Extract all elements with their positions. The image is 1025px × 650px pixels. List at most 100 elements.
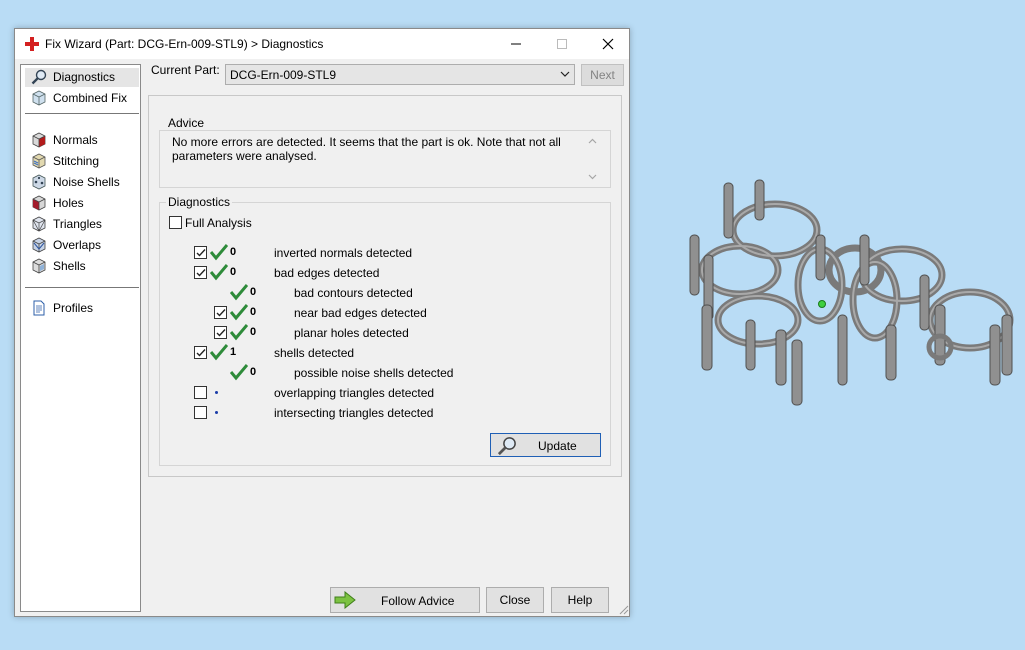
row-checkbox[interactable]	[194, 386, 207, 399]
green-check-icon	[229, 303, 249, 321]
current-part-value: DCG-Ern-009-STL9	[230, 68, 337, 82]
stitching-cube-icon	[32, 153, 46, 169]
cube-icon	[32, 90, 46, 106]
sidebar-item-overlaps[interactable]: Overlaps	[25, 236, 139, 255]
row-count: 1	[230, 346, 237, 358]
sidebar-item-label: Stitching	[53, 154, 100, 168]
not-analysed-dot-icon	[215, 391, 218, 394]
checkmark-icon	[196, 349, 206, 357]
shells-cube-icon	[32, 258, 46, 274]
full-analysis-label: Full Analysis	[185, 216, 252, 230]
green-check-icon	[229, 283, 249, 301]
sidebar-item-label: Profiles	[53, 301, 94, 315]
maximize-icon	[557, 39, 567, 49]
fix-wizard-dialog: Fix Wizard (Part: DCG-Ern-009-STL9) > Di…	[14, 28, 630, 617]
noise-shells-cube-icon	[32, 174, 46, 190]
sidebar-item-combined-fix[interactable]: Combined Fix	[25, 89, 139, 108]
sidebar-item-label: Shells	[53, 259, 86, 273]
full-analysis-checkbox[interactable]	[169, 216, 182, 229]
sidebar-divider	[25, 287, 139, 288]
row-checkbox[interactable]	[194, 406, 207, 419]
current-part-label: Current Part:	[151, 63, 220, 77]
advice-text: No more errors are detected. It seems th…	[172, 135, 561, 163]
window-title: Fix Wizard (Part: DCG-Ern-009-STL9) > Di…	[45, 37, 324, 51]
triangles-cube-icon	[32, 216, 46, 232]
sidebar-item-label: Triangles	[53, 217, 102, 231]
update-button-label: Update	[538, 439, 577, 453]
sidebar-item-triangles[interactable]: Triangles	[25, 215, 139, 234]
advice-scrollbar[interactable]	[586, 135, 599, 183]
row-checkbox[interactable]	[214, 326, 227, 339]
normals-cube-icon	[32, 132, 46, 148]
row-count: 0	[230, 266, 237, 278]
sidebar-item-label: Normals	[53, 133, 98, 147]
holes-cube-icon	[32, 195, 46, 211]
update-button[interactable]: Update	[490, 433, 601, 457]
checkmark-icon	[216, 309, 226, 317]
row-label: inverted normals detected	[274, 246, 413, 260]
green-check-icon	[209, 243, 229, 261]
row-count: 0	[230, 246, 237, 258]
sidebar-item-noise-shells[interactable]: Noise Shells	[25, 173, 139, 192]
row-label: planar holes detected	[294, 326, 409, 340]
close-window-button[interactable]	[585, 29, 631, 59]
sidebar-item-diagnostics[interactable]: Diagnostics	[25, 68, 139, 87]
row-checkbox[interactable]	[214, 306, 227, 319]
current-part-select[interactable]: DCG-Ern-009-STL9	[225, 64, 575, 85]
green-check-icon	[229, 363, 249, 381]
arrow-right-icon	[334, 591, 356, 609]
green-check-icon	[229, 323, 249, 341]
advice-title: Advice	[166, 116, 207, 130]
3d-model	[689, 179, 1014, 406]
minimize-icon	[511, 43, 521, 45]
checkmark-icon	[196, 269, 206, 277]
maximize-button[interactable]	[539, 29, 585, 59]
row-label: shells detected	[274, 346, 355, 360]
checkmark-icon	[216, 329, 226, 337]
green-check-icon	[209, 263, 229, 281]
sidebar-divider	[25, 113, 139, 114]
minimize-button[interactable]	[493, 29, 539, 59]
row-checkbox[interactable]	[194, 246, 207, 259]
row-label: overlapping triangles detected	[274, 386, 435, 400]
title-bar[interactable]: Fix Wizard (Part: DCG-Ern-009-STL9) > Di…	[15, 29, 629, 59]
follow-advice-label: Follow Advice	[381, 594, 455, 608]
row-count: 0	[250, 366, 257, 378]
row-label: bad contours detected	[294, 286, 413, 300]
magnifier-icon	[31, 69, 47, 85]
diagnostics-title: Diagnostics	[166, 195, 233, 209]
sidebar-item-label: Diagnostics	[53, 70, 116, 84]
sidebar-item-profiles[interactable]: Profiles	[25, 299, 139, 318]
close-icon	[602, 38, 614, 50]
row-checkbox[interactable]	[194, 266, 207, 279]
close-button[interactable]: Close	[486, 587, 544, 613]
checkmark-icon	[196, 249, 206, 257]
magnifier-icon	[497, 437, 516, 456]
red-cross-icon	[25, 37, 39, 51]
not-analysed-dot-icon	[215, 411, 218, 414]
row-label: possible noise shells detected	[294, 366, 454, 380]
row-checkbox[interactable]	[194, 346, 207, 359]
sidebar-item-normals[interactable]: Normals	[25, 131, 139, 150]
sidebar-item-label: Noise Shells	[53, 175, 120, 189]
row-label: intersecting triangles detected	[274, 406, 434, 420]
row-label: bad edges detected	[274, 266, 380, 280]
overlaps-cube-icon	[32, 237, 46, 253]
green-check-icon	[209, 343, 229, 361]
sidebar: Diagnostics Combined Fix Normals Stitchi…	[20, 64, 141, 612]
resize-grip-icon[interactable]	[617, 603, 629, 615]
chevron-down-icon	[560, 71, 570, 77]
row-count: 0	[250, 306, 257, 318]
sidebar-item-label: Overlaps	[53, 238, 102, 252]
sidebar-item-shells[interactable]: Shells	[25, 257, 139, 276]
next-button[interactable]: Next	[581, 64, 624, 86]
3d-model-viewport[interactable]	[680, 175, 1020, 415]
sidebar-item-holes[interactable]: Holes	[25, 194, 139, 213]
sidebar-item-label: Combined Fix	[53, 91, 128, 105]
help-button[interactable]: Help	[551, 587, 609, 613]
sidebar-item-stitching[interactable]: Stitching	[25, 152, 139, 171]
row-count: 0	[250, 286, 257, 298]
follow-advice-button[interactable]: Follow Advice	[330, 587, 480, 613]
document-icon	[33, 300, 45, 316]
row-label: near bad edges detected	[294, 306, 427, 320]
